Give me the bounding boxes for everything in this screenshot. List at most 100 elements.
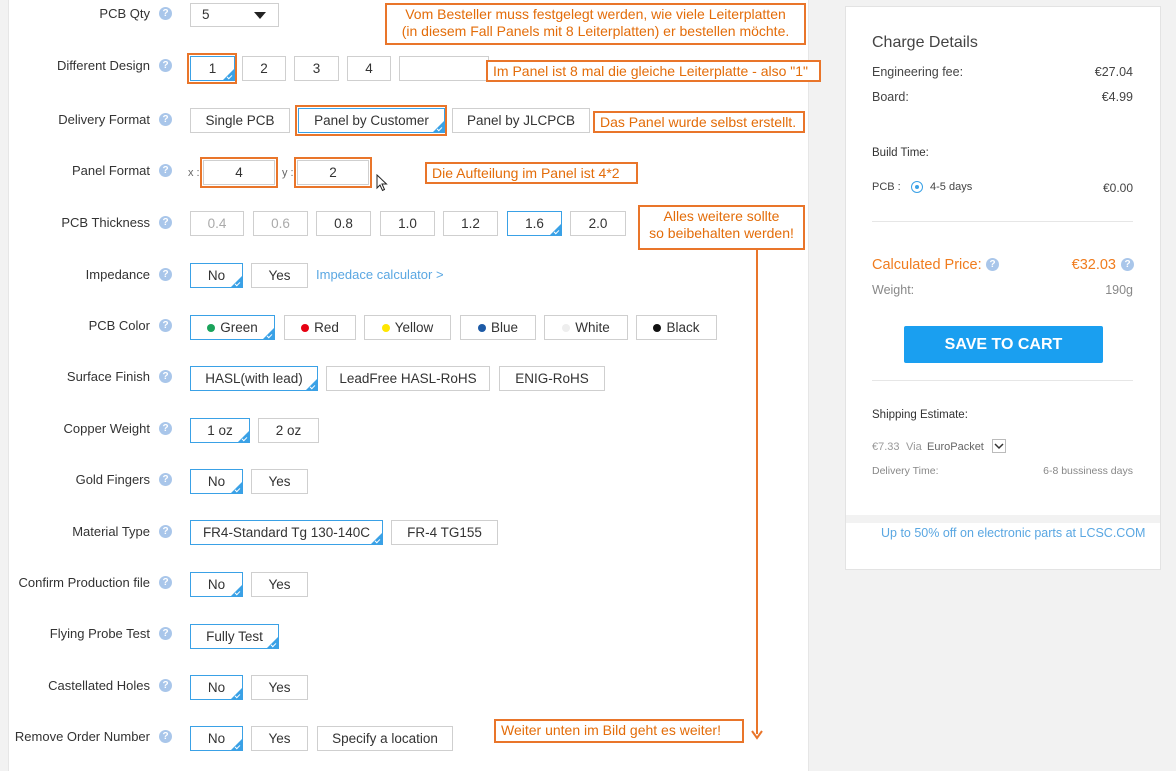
help-icon[interactable]: ? — [159, 59, 172, 72]
copper-weight-label: Copper Weight — [63, 421, 150, 436]
help-icon[interactable]: ? — [159, 319, 172, 332]
impedance-no[interactable]: No — [190, 263, 243, 288]
green-swatch-icon — [207, 324, 216, 332]
finish-hasl-lead[interactable]: HASL(with lead) — [190, 366, 318, 391]
design-option-1[interactable]: 1 — [190, 56, 235, 81]
chevron-down-icon — [254, 12, 266, 19]
build-time-radio[interactable] — [911, 181, 923, 193]
material-fr4-tg155[interactable]: FR-4 TG155 — [391, 520, 498, 545]
remove-order-specify[interactable]: Specify a location — [317, 726, 453, 751]
finish-enig[interactable]: ENIG-RoHS — [499, 366, 605, 391]
help-icon[interactable]: ? — [159, 113, 172, 126]
panel-y-input[interactable]: 2 — [297, 160, 369, 185]
remove-order-yes[interactable]: Yes — [251, 726, 308, 751]
copper-1oz[interactable]: 1 oz — [190, 418, 250, 443]
help-icon[interactable]: ? — [159, 7, 172, 20]
castellated-no[interactable]: No — [190, 675, 243, 700]
color-blue[interactable]: Blue — [460, 315, 536, 340]
divider — [846, 515, 1160, 523]
thickness-2-0[interactable]: 2.0 — [570, 211, 626, 236]
color-black[interactable]: Black — [636, 315, 717, 340]
red-swatch-icon — [301, 324, 310, 332]
copper-2oz[interactable]: 2 oz — [258, 418, 319, 443]
help-icon[interactable]: ? — [159, 216, 172, 229]
thickness-1-2[interactable]: 1.2 — [443, 211, 498, 236]
delivery-panel-by-jlcpcb[interactable]: Panel by JLCPCB — [452, 108, 590, 133]
panel-y-label: y : — [282, 167, 294, 179]
help-icon[interactable]: ? — [986, 258, 999, 271]
build-time-price: €0.00 — [1102, 181, 1133, 195]
gold-fingers-label: Gold Fingers — [75, 472, 150, 487]
design-option-3[interactable]: 3 — [294, 56, 339, 81]
radio-dot-icon — [915, 185, 919, 189]
finish-leadfree-hasl[interactable]: LeadFree HASL-RoHS — [326, 366, 490, 391]
annotation-text: Alles weitere sollte — [663, 208, 780, 224]
pcb-qty-select[interactable]: 5 — [190, 3, 279, 27]
chevron-down-icon — [994, 443, 1004, 450]
panel-x-label: x : — [188, 167, 200, 179]
help-icon[interactable]: ? — [159, 164, 172, 177]
pcb-qty-label: PCB Qty — [99, 6, 150, 21]
color-yellow[interactable]: Yellow — [364, 315, 451, 340]
board-value: €4.99 — [1101, 90, 1133, 104]
help-icon[interactable]: ? — [159, 525, 172, 538]
color-green[interactable]: Green — [190, 315, 275, 340]
carrier-dropdown[interactable] — [992, 439, 1006, 453]
design-custom-input[interactable] — [399, 56, 489, 81]
delivery-time-value: 6-8 bussiness days — [1043, 465, 1133, 477]
delivery-single-pcb[interactable]: Single PCB — [190, 108, 290, 133]
castellated-yes[interactable]: Yes — [251, 675, 308, 700]
thickness-1-6[interactable]: 1.6 — [507, 211, 562, 236]
pcb-thickness-label: PCB Thickness — [61, 215, 150, 230]
panel-x-input[interactable]: 4 — [203, 160, 275, 185]
color-yellow-label: Yellow — [394, 320, 434, 335]
remove-order-no[interactable]: No — [190, 726, 243, 751]
color-white[interactable]: White — [544, 315, 628, 340]
yellow-swatch-icon — [381, 324, 390, 332]
panel-format-label: Panel Format — [71, 163, 150, 178]
help-icon[interactable]: ? — [159, 473, 172, 486]
pcb-build-label: PCB : — [872, 181, 901, 193]
thickness-0-8[interactable]: 0.8 — [316, 211, 371, 236]
build-time-option[interactable]: 4-5 days — [930, 181, 972, 193]
delivery-time-label: Delivery Time: — [872, 465, 939, 477]
delivery-format-label: Delivery Format — [58, 112, 150, 127]
lcsc-promo-link[interactable]: Up to 50% off on electronic parts at LCS… — [881, 526, 1145, 540]
help-icon[interactable]: ? — [159, 730, 172, 743]
help-icon[interactable]: ? — [159, 370, 172, 383]
impedance-yes[interactable]: Yes — [251, 263, 308, 288]
color-red[interactable]: Red — [284, 315, 356, 340]
thickness-1-0[interactable]: 1.0 — [380, 211, 435, 236]
confirm-production-yes[interactable]: Yes — [251, 572, 308, 597]
material-fr4-standard[interactable]: FR4-Standard Tg 130-140C — [190, 520, 383, 545]
impedance-calculator-link[interactable]: Impedace calculator > — [316, 267, 444, 282]
help-icon[interactable]: ? — [159, 576, 172, 589]
annotation-panel-note: Die Aufteilung im Panel ist 4*2 — [425, 162, 638, 184]
design-option-4[interactable]: 4 — [347, 56, 391, 81]
flying-probe-fully-test[interactable]: Fully Test — [190, 624, 279, 649]
save-to-cart-button[interactable]: SAVE TO CART — [904, 326, 1103, 363]
help-icon[interactable]: ? — [159, 679, 172, 692]
surface-finish-label: Surface Finish — [66, 369, 150, 384]
calculated-price-label: Calculated Price: — [872, 257, 982, 273]
material-type-label: Material Type — [72, 524, 150, 539]
thickness-0-6[interactable]: 0.6 — [253, 211, 308, 236]
divider — [872, 221, 1133, 222]
help-icon[interactable]: ? — [159, 422, 172, 435]
help-icon[interactable]: ? — [1121, 258, 1134, 271]
annotation-text: Vom Besteller muss festgelegt werden, wi… — [405, 6, 786, 22]
color-white-label: White — [575, 320, 610, 335]
confirm-production-no[interactable]: No — [190, 572, 243, 597]
gold-fingers-yes[interactable]: Yes — [251, 469, 308, 494]
help-icon[interactable]: ? — [159, 268, 172, 281]
shipping-carrier[interactable]: EuroPacket — [927, 441, 984, 453]
help-icon[interactable]: ? — [159, 627, 172, 640]
color-green-label: Green — [220, 320, 258, 335]
color-black-label: Black — [666, 320, 700, 335]
design-option-2[interactable]: 2 — [242, 56, 286, 81]
thickness-0-4[interactable]: 0.4 — [190, 211, 244, 236]
delivery-panel-by-customer[interactable]: Panel by Customer — [298, 108, 445, 133]
impedance-label: Impedance — [85, 267, 150, 282]
gold-fingers-no[interactable]: No — [190, 469, 243, 494]
flying-probe-label: Flying Probe Test — [49, 626, 150, 641]
